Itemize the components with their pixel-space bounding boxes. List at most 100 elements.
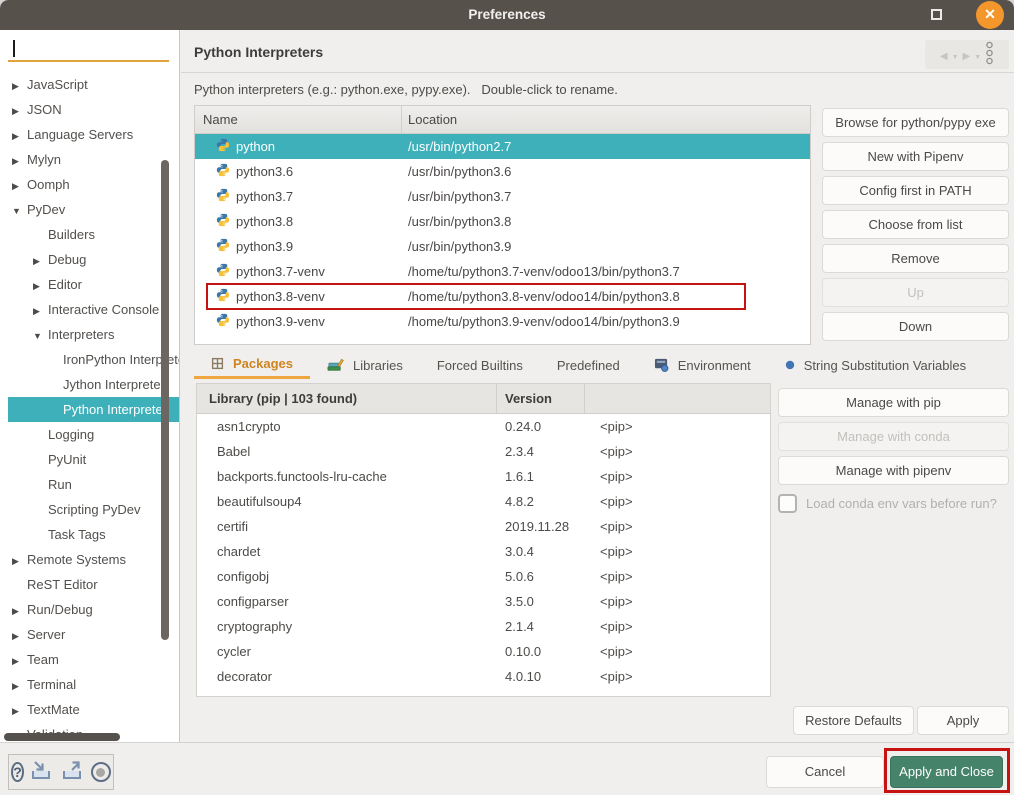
tree-item[interactable]: ▼Interpreters — [0, 322, 180, 347]
action-button[interactable]: Browse for python/pypy exe — [822, 108, 1009, 137]
interpreter-row[interactable]: python3.7-venv /home/tu/python3.7-venv/o… — [195, 259, 810, 284]
tree-item[interactable]: ▶Language Servers — [0, 122, 180, 147]
tree-item[interactable]: Python Interpreter — [8, 397, 180, 422]
column-header-version[interactable]: Version — [497, 384, 585, 414]
conda-env-checkbox[interactable] — [778, 494, 797, 513]
tree-expand-icon[interactable]: ▶ — [12, 649, 27, 674]
tree-item[interactable]: ▶JSON — [0, 97, 180, 122]
tab[interactable]: Forced Builtins — [420, 351, 540, 379]
tree-expand-icon[interactable]: ▶ — [12, 74, 27, 99]
apply-button[interactable]: Apply — [917, 706, 1009, 735]
titlebar[interactable]: Preferences ✕ — [0, 0, 1014, 30]
tab[interactable]: Environment — [637, 351, 768, 379]
tree-expand-icon[interactable]: ▼ — [12, 199, 27, 224]
tree-expand-icon[interactable]: ▶ — [12, 174, 27, 199]
tree-expand-icon[interactable]: ▶ — [12, 99, 27, 124]
help-icon[interactable]: ? — [11, 763, 24, 782]
column-header-name[interactable]: Name — [195, 106, 402, 134]
tree-item[interactable]: Task Tags — [0, 522, 180, 547]
tree-item[interactable]: ▶Oomph — [0, 172, 180, 197]
tree-item[interactable]: ▶Terminal — [0, 672, 180, 697]
view-menu-icon[interactable] — [985, 41, 994, 68]
import-icon[interactable] — [29, 760, 55, 785]
interpreter-row[interactable]: python /usr/bin/python2.7 — [195, 134, 810, 159]
tree-item[interactable]: Run — [0, 472, 180, 497]
sidebar-vertical-scrollbar[interactable] — [161, 160, 169, 640]
tree-expand-icon[interactable]: ▶ — [33, 299, 48, 324]
tree-item[interactable]: ▶TextMate — [0, 697, 180, 722]
tree-item[interactable]: PyUnit — [0, 447, 180, 472]
tree-expand-icon[interactable]: ▼ — [33, 324, 48, 349]
back-caret-icon[interactable]: ▼ — [952, 47, 959, 62]
tab[interactable]: Libraries — [310, 351, 420, 379]
tree-expand-icon[interactable]: ▶ — [12, 149, 27, 174]
package-row[interactable]: certifi 2019.11.28 <pip> — [197, 514, 770, 539]
column-header-location[interactable]: Location — [402, 112, 810, 127]
tree-item[interactable]: ▶Debug — [0, 247, 180, 272]
tree-item[interactable]: ▶Remote Systems — [0, 547, 180, 572]
tree-item[interactable]: IronPython Interpreter — [0, 347, 180, 372]
tree-item[interactable]: ▶Interactive Console — [0, 297, 180, 322]
manage-button[interactable]: Manage with conda — [778, 422, 1009, 451]
tab[interactable]: Packages — [194, 351, 310, 379]
interpreter-row[interactable]: python3.6 /usr/bin/python3.6 — [195, 159, 810, 184]
tree-item[interactable]: Logging — [0, 422, 180, 447]
apply-and-close-button[interactable]: Apply and Close — [890, 756, 1003, 788]
tree-item[interactable]: Scripting PyDev — [0, 497, 180, 522]
record-icon[interactable] — [91, 762, 111, 782]
tab[interactable]: Predefined — [540, 351, 637, 379]
back-icon[interactable]: ◀ — [940, 47, 948, 62]
tree-expand-icon[interactable]: ▶ — [12, 674, 27, 699]
filter-input[interactable] — [8, 36, 169, 62]
package-row[interactable]: backports.functools-lru-cache 1.6.1 <pip… — [197, 464, 770, 489]
export-icon[interactable] — [60, 760, 86, 785]
tree-item[interactable]: ▶Editor — [0, 272, 180, 297]
manage-button[interactable]: Manage with pip — [778, 388, 1009, 417]
package-row[interactable]: decorator 4.0.10 <pip> — [197, 664, 770, 689]
cancel-button[interactable]: Cancel — [766, 756, 884, 788]
close-button[interactable]: ✕ — [976, 1, 1004, 29]
forward-icon[interactable]: ▶ — [963, 47, 971, 62]
tree-item[interactable]: ▶Mylyn — [0, 147, 180, 172]
package-row[interactable]: configobj 5.0.6 <pip> — [197, 564, 770, 589]
tree-item[interactable]: ▶Server — [0, 622, 180, 647]
action-button[interactable]: Remove — [822, 244, 1009, 273]
tree-item[interactable]: ▶Run/Debug — [0, 597, 180, 622]
tree-expand-icon[interactable]: ▶ — [12, 124, 27, 149]
package-row[interactable]: asn1crypto 0.24.0 <pip> — [197, 414, 770, 439]
tree-item[interactable]: Builders — [0, 222, 180, 247]
action-button[interactable]: Config first in PATH — [822, 176, 1009, 205]
tree-expand-icon[interactable]: ▶ — [12, 699, 27, 724]
package-row[interactable]: cycler 0.10.0 <pip> — [197, 639, 770, 664]
tree-item[interactable]: ▶JavaScript — [0, 72, 180, 97]
package-row[interactable]: configparser 3.5.0 <pip> — [197, 589, 770, 614]
package-row[interactable]: cryptography 2.1.4 <pip> — [197, 614, 770, 639]
interpreter-row[interactable]: python3.9-venv /home/tu/python3.9-venv/o… — [195, 309, 810, 334]
interpreter-row[interactable]: python3.9 /usr/bin/python3.9 — [195, 234, 810, 259]
action-button[interactable]: Down — [822, 312, 1009, 341]
package-row[interactable]: chardet 3.0.4 <pip> — [197, 539, 770, 564]
tree-expand-icon[interactable]: ▶ — [12, 624, 27, 649]
restore-defaults-button[interactable]: Restore Defaults — [793, 706, 914, 735]
tree-expand-icon[interactable]: ▶ — [12, 549, 27, 574]
tab[interactable]: String Substitution Variables — [768, 351, 983, 379]
action-button[interactable]: Up — [822, 278, 1009, 307]
action-button[interactable]: Choose from list — [822, 210, 1009, 239]
tree-expand-icon[interactable]: ▶ — [33, 249, 48, 274]
tree-item[interactable]: ▶Team — [0, 647, 180, 672]
forward-caret-icon[interactable]: ▼ — [974, 47, 981, 62]
manage-button[interactable]: Manage with pipenv — [778, 456, 1009, 485]
tree-item[interactable]: ▼PyDev — [0, 197, 180, 222]
action-button[interactable]: New with Pipenv — [822, 142, 1009, 171]
maximize-button[interactable] — [931, 9, 942, 20]
package-row[interactable]: beautifulsoup4 4.8.2 <pip> — [197, 489, 770, 514]
interpreter-row[interactable]: python3.8 /usr/bin/python3.8 — [195, 209, 810, 234]
package-row[interactable]: Babel 2.3.4 <pip> — [197, 439, 770, 464]
column-header-library[interactable]: Library (pip | 103 found) — [197, 384, 497, 414]
tree-expand-icon[interactable]: ▶ — [12, 599, 27, 624]
tree-expand-icon[interactable]: ▶ — [33, 274, 48, 299]
sidebar-horizontal-scrollbar[interactable] — [4, 733, 120, 741]
tree-item[interactable]: Jython Interpreter — [0, 372, 180, 397]
interpreter-row[interactable]: python3.7 /usr/bin/python3.7 — [195, 184, 810, 209]
tree-item[interactable]: ReST Editor — [0, 572, 180, 597]
